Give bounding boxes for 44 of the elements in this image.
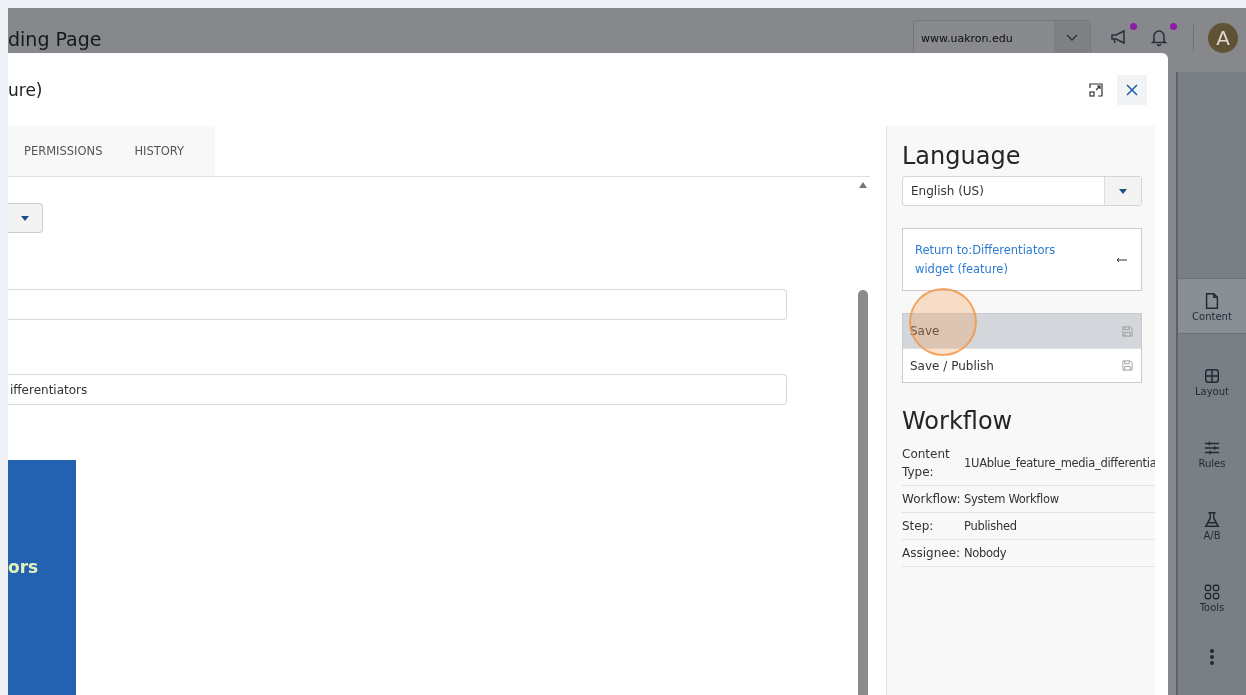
action-item[interactable]: Save / Publish — [903, 348, 1141, 382]
rail-item[interactable]: Layout — [1178, 356, 1246, 406]
rail-item[interactable]: Tools — [1178, 572, 1246, 622]
field-value: System Workflow — [964, 492, 1059, 506]
modal-title: ure) — [8, 79, 43, 100]
field-label: Content Type: — [902, 446, 951, 481]
field-value: Published — [964, 519, 1017, 533]
rail-item[interactable]: Content — [1178, 278, 1246, 334]
avatar[interactable]: A — [1208, 23, 1238, 53]
field-value: Nobody — [964, 546, 1007, 560]
field-label: Assignee: — [902, 545, 962, 562]
tab[interactable]: HISTORY — [118, 126, 201, 176]
return-link[interactable]: Return to:Differentiators widget (feature) — [915, 240, 1095, 279]
field-value: 1UAblue_feature_media_differentia — [964, 456, 1155, 470]
caret-down-icon — [1119, 188, 1127, 194]
language-select[interactable]: English (US) — [902, 176, 1142, 206]
caret-down-icon — [21, 215, 29, 221]
close-button[interactable] — [1117, 74, 1147, 105]
site-select[interactable]: www.uakron.edu — [913, 20, 1091, 56]
page-title: ding Page — [8, 27, 102, 50]
field-label: Workflow: — [902, 491, 962, 508]
scroll-up-icon[interactable] — [859, 182, 867, 188]
rail-item[interactable]: Rules — [1178, 428, 1246, 478]
input-field[interactable]: ifferentiators — [8, 374, 787, 405]
rail-item[interactable]: A/B — [1178, 500, 1246, 550]
chevron-down-icon — [1066, 34, 1078, 42]
section-heading: Language — [902, 141, 1022, 172]
bell-icon[interactable] — [1149, 27, 1169, 47]
dropdown-button[interactable] — [8, 203, 43, 233]
expand-icon — [1089, 82, 1103, 97]
apps-icon — [1203, 583, 1221, 601]
field-label: Step: — [902, 518, 935, 535]
input-field[interactable] — [8, 289, 787, 320]
tab[interactable]: PERMISSIONS — [8, 126, 119, 176]
grid-icon — [1203, 367, 1221, 385]
file-icon — [1203, 292, 1221, 310]
scroll-thumb[interactable] — [858, 290, 868, 695]
banner-text: ors — [8, 556, 40, 577]
more-icon[interactable] — [1209, 648, 1215, 666]
arrow-left-icon[interactable] — [1117, 256, 1127, 263]
close-icon — [1126, 83, 1138, 96]
flask-icon — [1203, 511, 1221, 529]
sliders-icon — [1203, 439, 1221, 457]
section-heading: Workflow — [902, 406, 1014, 437]
